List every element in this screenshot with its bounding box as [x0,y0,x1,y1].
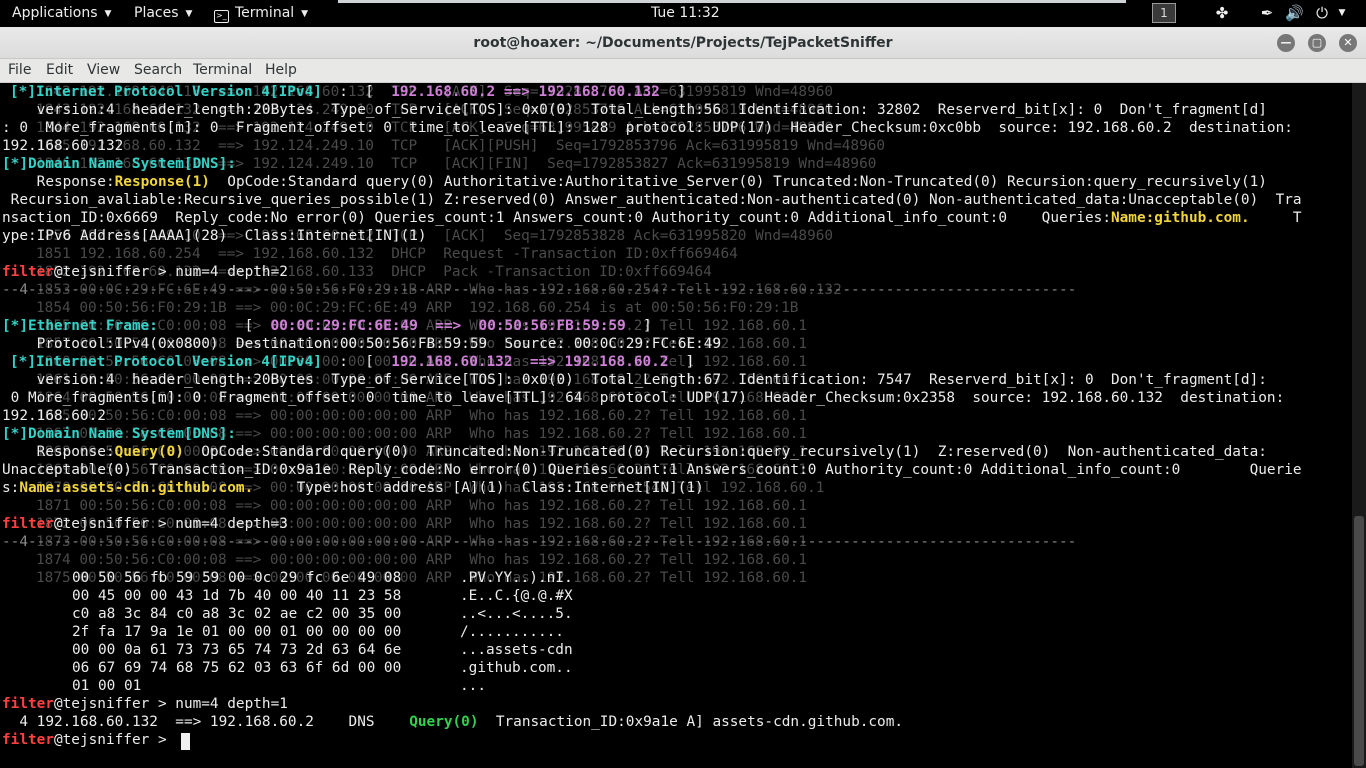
dns-detail-line: ype:IPv6 Address[AAAA](28) Class:Interne… [2,228,427,244]
separator-line: --4-------------------------------------… [2,282,1077,298]
dns-detail-line: Recursion_avaliable:Recursive_queries_po… [2,192,1302,208]
prompt-line: filter@tejsniffer > num=4 depth=1 [2,696,288,712]
menu-file[interactable]: File [8,59,31,83]
volume-icon[interactable]: 🔊 [1285,4,1304,22]
workspace-indicator[interactable]: 1 [1152,3,1176,23]
separator-line: --4-------------------------------------… [2,534,1077,550]
terminal-screen[interactable]: 1842 192.168.249.10 ==> 192.168.60.132 T… [0,83,1352,768]
ip-detail-line: version:4 header_length:20Bytes Type_of_… [2,102,1267,118]
background-output-line: 1871 00:50:56:C0:00:08 ==> 00:00:00:00:0… [36,498,808,514]
dns-header-line: [*]Domain Name System[DNS]: [2,426,236,442]
background-output-line: 1854 00:50:56:F0:29:1B ==> 00:0C:29:FC:6… [36,300,799,316]
ip-detail-line: 192.168.60.2 [2,408,106,424]
chevron-down-icon[interactable]: ▼ [1333,4,1351,22]
chevron-down-icon: ▼ [104,9,112,19]
menu-edit[interactable]: Edit [46,59,73,83]
background-output-line: 1865 00:50:56:C0:00:08 ==> 00:00:00:00:0… [36,408,808,424]
ipv4-header-line: [*]Internet Protocol Version 4[IPv4] : [… [10,84,686,100]
background-output-line: 1845 192.168.60.132 ==> 192.124.249.10 T… [36,138,886,154]
close-button[interactable]: ✕ [1339,34,1357,52]
pen-icon[interactable]: ✒ [1258,4,1276,22]
dns-detail-line: Response:Query(0) OpCode:Standard query(… [2,444,1267,460]
menu-bar: File Edit View Search Terminal Help [0,59,1366,83]
places-label: Places [134,5,179,21]
chevron-down-icon: ▼ [301,9,309,19]
power-icon[interactable]: ⏻ [1313,4,1331,22]
background-output-line: 1851 192.168.60.254 ==> 192.168.60.132 D… [36,246,738,262]
ipv4-header-line: [*]Internet Protocol Version 4[IPv4] : [… [10,354,695,370]
dns-header-line: [*]Domain Name System[DNS]: [2,156,236,172]
menu-view[interactable]: View [87,59,120,83]
applications-label: Applications [12,5,98,21]
places-menu[interactable]: Places ▼ [134,0,192,27]
apps-icon[interactable]: ✤ [1213,4,1231,22]
top-bar: Applications ▼ Places ▼ >_ Terminal ▼ Tue 11… [0,0,1366,27]
dns-detail-line: Unacceptable(0) Transaction_ID:0x9a1e Re… [2,462,1302,478]
hexdump-row: 06 67 69 74 68 75 62 03 63 6f 6d 00 00 .g… [72,660,573,676]
prompt-line: filter@tejsniffer > num=4 depth=3 [2,516,288,532]
menu-help[interactable]: Help [265,59,297,83]
ip-detail-line: 192.168.60.132 [2,138,124,154]
active-prompt[interactable]: filter@tejsniffer > [2,731,175,749]
text-cursor [181,733,190,750]
terminal-app-menu[interactable]: >_ Terminal ▼ [214,0,308,27]
ip-detail-line: 0 More_fragments[m]: 0 Fragment_offset: … [2,390,1285,406]
window-title: root@hoaxer: ~/Documents/Projects/TejPac… [473,35,893,51]
dns-detail-line: Response:Response(1) OpCode:Standard que… [2,174,1267,190]
activity-indicator [338,0,1126,3]
ip-detail-line: : 0 More_fragments[m]: 0 Fragment_offset… [2,120,1293,136]
menu-terminal[interactable]: Terminal [193,59,252,83]
terminal-label: Terminal [235,5,295,21]
dns-detail-line: nsaction_ID:0x6669 Reply_code:No error(0… [2,210,1302,226]
menu-search[interactable]: Search [134,59,182,83]
clock[interactable]: Tue 11:32 [651,0,720,27]
minimize-button[interactable]: — [1277,34,1295,52]
hexdump-row: 2f fa 17 9a 1e 01 00 00 01 00 00 00 00/.… [72,624,564,640]
summary-line: 4 192.168.60.132 ==> 192.168.60.2 DNS Qu… [2,714,904,730]
ip-detail-line: version:4 header_length:20Bytes Type_of_… [2,372,1267,388]
scrollbar-thumb[interactable] [1354,516,1364,766]
terminal-icon: >_ [214,10,229,23]
window-titlebar[interactable]: root@hoaxer: ~/Documents/Projects/TejPac… [0,27,1366,59]
ethernet-header-line: [*]Ethernet Frame: [ 00:0C:29:FC:6E:49 =… [2,318,652,334]
hexdump-row: 01 00 01... [72,678,486,694]
hexdump-row: 00 00 0a 61 73 73 65 74 73 2d 63 64 6e..… [72,642,573,658]
ethernet-detail-line: Protocol:IPv4(0x0800) Destination:00:50:… [2,336,722,352]
prompt-line: filter@tejsniffer > num=4 depth=2 [2,264,288,280]
hexdump-row: c0 a8 3c 84 c0 a8 3c 02 ae c2 00 35 00..… [72,606,573,622]
dns-detail-line: s:Name:assets-cdn.github.com. Type:host … [2,480,704,496]
background-output-line: 1874 00:50:56:C0:00:08 ==> 00:00:00:00:0… [36,552,808,568]
applications-menu[interactable]: Applications ▼ [12,0,111,27]
hexdump-row: 00 45 00 00 43 1d 7b 40 00 40 11 23 58 .E… [72,588,573,604]
hexdump-row: 00 50 56 fb 59 59 00 0c 29 fc 6e 49 08 .P… [72,570,573,586]
maximize-button[interactable]: ▢ [1308,34,1326,52]
chevron-down-icon: ▼ [185,9,193,19]
